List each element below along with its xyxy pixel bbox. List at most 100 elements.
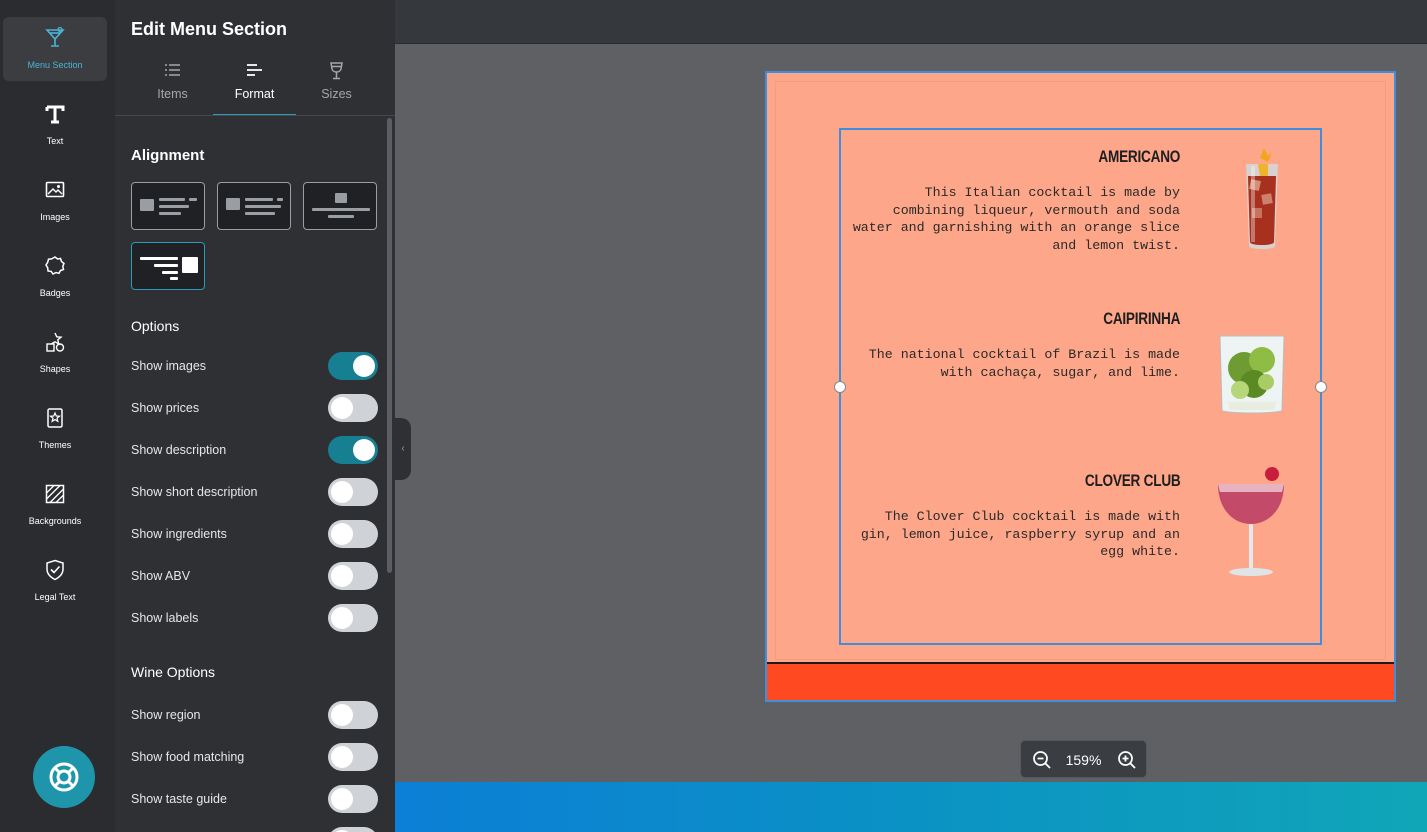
- backgrounds-hatch-icon: [45, 484, 65, 504]
- menu-footer-strip[interactable]: [767, 662, 1394, 700]
- help-button[interactable]: [33, 746, 95, 808]
- tab-format[interactable]: Format: [213, 56, 296, 116]
- option-show-prices: Show prices: [131, 394, 379, 422]
- toggle-show-short-description[interactable]: [328, 478, 378, 506]
- option-label: Show ingredients: [131, 527, 227, 541]
- toggle-knob: [331, 704, 353, 726]
- align-image-left-compact-button[interactable]: [217, 182, 291, 230]
- rail-item-label: Themes: [38, 440, 72, 450]
- image-icon: [45, 181, 65, 198]
- panel-title: Edit Menu Section: [131, 19, 288, 39]
- menu-section-selection[interactable]: AMERICANO This Italian cocktail is made …: [834, 128, 1327, 645]
- clover-club-glass-image: [1218, 467, 1284, 576]
- resize-handle-left[interactable]: [834, 381, 846, 393]
- shield-check-icon: [46, 559, 64, 581]
- text-t-icon: [45, 105, 65, 124]
- option-label: Show prices: [131, 401, 200, 415]
- menu-item-name: CAIPIRINHA: [1103, 309, 1180, 328]
- toggle-knob: [331, 523, 353, 545]
- bottom-banner: [395, 782, 1427, 832]
- toggle-show-images[interactable]: [328, 352, 378, 380]
- toggle-show-region[interactable]: [328, 701, 378, 729]
- option-show-short-description: Show short description: [131, 478, 379, 506]
- menu-item-description: The Clover Club cocktail is made with gi…: [860, 509, 1180, 559]
- option-label: Show labels: [131, 611, 199, 625]
- rail-item-label: Shapes: [39, 364, 71, 374]
- align-image-left-button[interactable]: [131, 182, 205, 230]
- option-label: Show region: [131, 708, 201, 722]
- rail-item-text[interactable]: Text: [3, 93, 107, 157]
- tab-divider: [115, 115, 395, 116]
- edit-panel: Edit Menu Section Items Format Sizes Ali…: [115, 0, 395, 832]
- option-show-images: Show images: [131, 352, 379, 380]
- wine-glass-icon: [330, 62, 343, 80]
- rail-item-menu-section[interactable]: Menu Section: [3, 17, 107, 81]
- rail-item-label: Menu Section: [27, 60, 83, 70]
- align-image-right-button[interactable]: [131, 242, 205, 290]
- top-toolbar: [395, 0, 1427, 44]
- option-label: Show description: [131, 443, 227, 457]
- rail-item-themes[interactable]: Themes: [3, 397, 107, 461]
- toggle-show-prices[interactable]: [328, 394, 378, 422]
- menu-item-name: AMERICANO: [1098, 147, 1180, 166]
- toggle-show-abv[interactable]: [328, 562, 378, 590]
- toggle-show-taste-guide[interactable]: [328, 785, 378, 813]
- tab-label: Format: [234, 87, 275, 101]
- tab-sizes[interactable]: Sizes: [295, 56, 378, 116]
- toggle-show-labels[interactable]: [328, 604, 378, 632]
- toggle-partial[interactable]: [328, 827, 378, 832]
- lifebuoy-icon: [49, 762, 79, 792]
- rail-item-label: Text: [46, 136, 64, 146]
- toggle-knob: [331, 397, 353, 419]
- alignment-title: Alignment: [131, 147, 205, 164]
- option-label: Show images: [131, 359, 207, 373]
- rail-item-badges[interactable]: Badges: [3, 245, 107, 309]
- rail-item-images[interactable]: Images: [3, 169, 107, 233]
- resize-handle-right[interactable]: [1315, 381, 1327, 393]
- themes-icon: [47, 408, 63, 428]
- rail-item-label: Badges: [39, 288, 71, 298]
- cocktail-glass-icon: [45, 27, 65, 47]
- menu-item-description: The national cocktail of Brazil is made …: [868, 347, 1180, 380]
- tab-label: Items: [157, 87, 188, 101]
- option-show-abv: Show ABV: [131, 562, 379, 590]
- panel-scrollbar[interactable]: [387, 118, 392, 573]
- option-show-labels: Show labels: [131, 604, 379, 632]
- tab-label: Sizes: [321, 87, 352, 101]
- wine-options-title: Wine Options: [131, 664, 216, 680]
- toggle-knob: [331, 746, 353, 768]
- toggle-knob: [331, 565, 353, 587]
- option-show-description: Show description: [131, 436, 379, 464]
- toggle-show-food-matching[interactable]: [328, 743, 378, 771]
- tab-items[interactable]: Items: [131, 56, 214, 116]
- rail-item-label: Images: [40, 212, 70, 222]
- zoom-in-icon[interactable]: [1117, 750, 1137, 770]
- rail-item-shapes[interactable]: Shapes: [3, 321, 107, 385]
- format-align-icon: [247, 64, 262, 76]
- option-label: Show taste guide: [131, 792, 227, 806]
- toggle-knob: [353, 355, 375, 377]
- toggle-show-ingredients[interactable]: [328, 520, 378, 548]
- option-label: Show short description: [131, 485, 258, 499]
- list-icon: [165, 64, 180, 76]
- align-center-button[interactable]: [303, 182, 377, 230]
- collapse-panel-handle[interactable]: ‹: [395, 418, 411, 480]
- toggle-knob: [331, 788, 353, 810]
- caipirinha-glass-image: [1219, 335, 1285, 414]
- menu-board[interactable]: AMERICANO This Italian cocktail is made …: [765, 71, 1396, 702]
- option-label: Show food matching: [131, 750, 245, 764]
- shapes-icon: [46, 332, 65, 352]
- toggle-knob: [331, 607, 353, 629]
- option-show-food-matching: Show food matching: [131, 743, 379, 771]
- menu-item-description: This Italian cocktail is made by combini…: [852, 185, 1180, 253]
- toggle-knob: [353, 439, 375, 461]
- toggle-show-description[interactable]: [328, 436, 378, 464]
- zoom-control: 159%: [1020, 740, 1147, 778]
- rail-item-backgrounds[interactable]: Backgrounds: [3, 473, 107, 537]
- rail-item-legal-text[interactable]: Legal Text: [3, 549, 107, 613]
- rail-item-label: Backgrounds: [28, 516, 82, 526]
- option-show-ingredients: Show ingredients: [131, 520, 379, 548]
- option-partial: [131, 827, 379, 832]
- americano-glass-image: [1246, 148, 1278, 249]
- option-show-region: Show region: [131, 701, 379, 729]
